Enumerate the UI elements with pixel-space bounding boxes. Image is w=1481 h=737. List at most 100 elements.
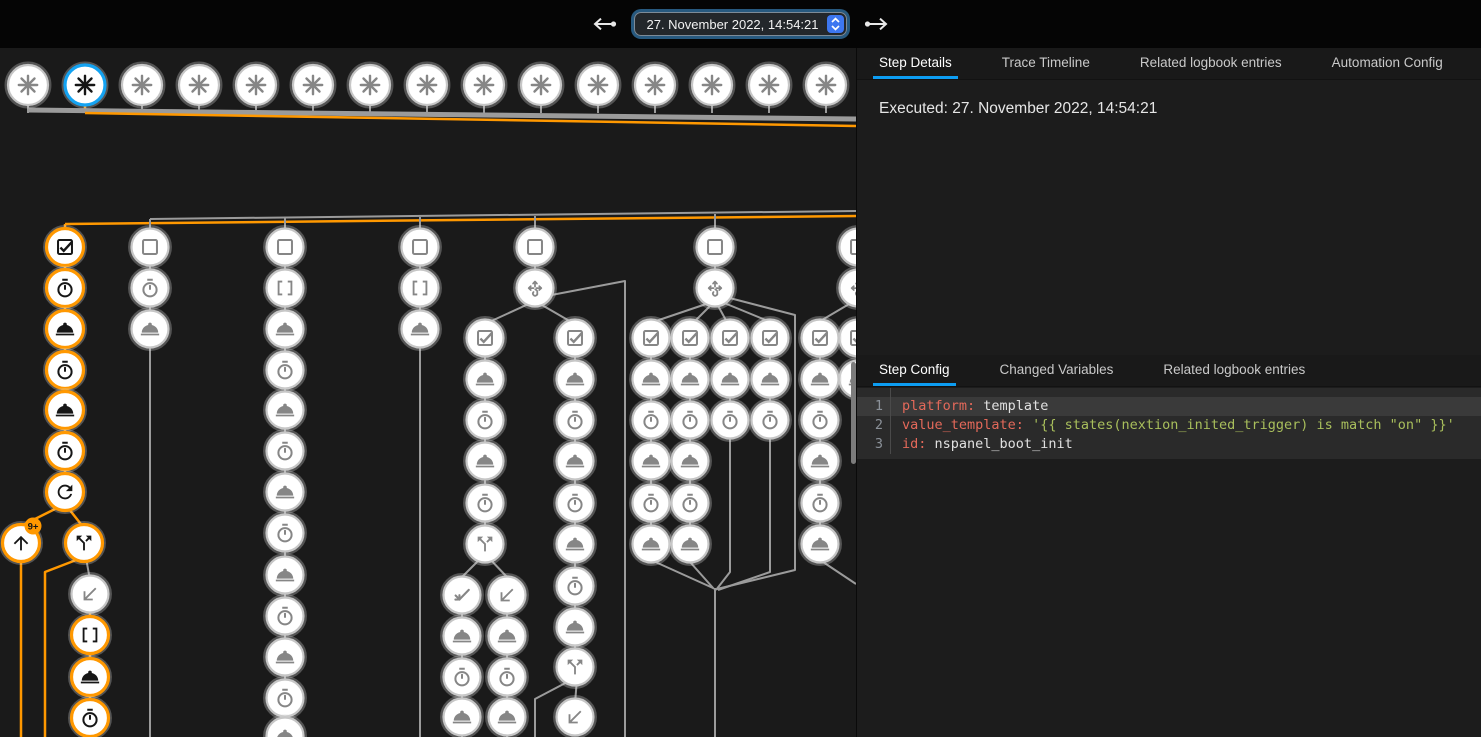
trace-node-checkarrow[interactable] bbox=[441, 574, 482, 615]
trace-node-cbm[interactable] bbox=[554, 317, 595, 358]
trace-node-asterisk[interactable] bbox=[348, 63, 392, 107]
trace-node-dome[interactable] bbox=[441, 615, 482, 656]
trace-node-timer[interactable] bbox=[69, 697, 110, 737]
trace-node-timer[interactable] bbox=[630, 399, 671, 440]
trace-node-timer[interactable] bbox=[464, 399, 505, 440]
next-run-button[interactable] bbox=[861, 12, 891, 36]
trace-node-asterisk[interactable] bbox=[63, 63, 107, 107]
yaml-code-editor[interactable]: 1platform: template2value_template: '{{ … bbox=[857, 388, 1481, 459]
trace-node-asterisk[interactable] bbox=[462, 63, 506, 107]
trace-node-asterisk[interactable] bbox=[804, 63, 848, 107]
trace-node-cbb[interactable] bbox=[264, 226, 305, 267]
tab-step-config[interactable]: Step Config bbox=[873, 355, 956, 386]
trace-node-timer[interactable] bbox=[630, 482, 671, 523]
trace-node-dome[interactable] bbox=[44, 389, 85, 430]
trace-node-asterisk[interactable] bbox=[234, 63, 278, 107]
trace-node-dome[interactable] bbox=[486, 696, 527, 737]
trace-node-cbb[interactable] bbox=[837, 226, 856, 267]
trace-node-dome[interactable] bbox=[669, 358, 710, 399]
trace-node-arrowbl[interactable] bbox=[69, 573, 110, 614]
trace-node-timer[interactable] bbox=[486, 656, 527, 697]
trace-node-dome[interactable] bbox=[264, 389, 305, 430]
trace-node-timer[interactable] bbox=[264, 595, 305, 636]
trace-node-dome[interactable] bbox=[441, 696, 482, 737]
trace-node-timer[interactable] bbox=[554, 482, 595, 523]
trace-node-timer[interactable] bbox=[44, 349, 85, 390]
trace-node-timer[interactable] bbox=[799, 482, 840, 523]
trace-node-cbm[interactable] bbox=[44, 226, 85, 267]
trace-node-cbm[interactable] bbox=[799, 317, 840, 358]
trace-node-cbm[interactable] bbox=[630, 317, 671, 358]
trace-node-asterisk[interactable] bbox=[519, 63, 563, 107]
trace-node-split[interactable] bbox=[63, 522, 104, 563]
trace-node-dome[interactable] bbox=[399, 308, 440, 349]
trace-node-split[interactable] bbox=[464, 523, 505, 564]
trace-node-timer[interactable] bbox=[264, 512, 305, 553]
trace-node-cbm[interactable] bbox=[709, 317, 750, 358]
trace-node-timer[interactable] bbox=[44, 430, 85, 471]
trace-node-cbb[interactable] bbox=[129, 226, 170, 267]
trace-node-timer[interactable] bbox=[464, 482, 505, 523]
trace-node-timer[interactable] bbox=[264, 677, 305, 718]
trace-node-timer[interactable] bbox=[669, 482, 710, 523]
trace-node-timer[interactable] bbox=[669, 399, 710, 440]
trace-node-cbb[interactable] bbox=[694, 226, 735, 267]
trace-node-dome[interactable] bbox=[554, 358, 595, 399]
trace-node-asterisk[interactable] bbox=[291, 63, 335, 107]
trace-node-dome[interactable] bbox=[799, 523, 840, 564]
trace-node-split[interactable] bbox=[554, 646, 595, 687]
trace-node-dome[interactable] bbox=[264, 554, 305, 595]
trace-node-asterisk[interactable] bbox=[633, 63, 677, 107]
tab-related-logbook-entries[interactable]: Related logbook entries bbox=[1157, 355, 1311, 386]
trace-node-asterisk[interactable] bbox=[690, 63, 734, 107]
trace-node-dome[interactable] bbox=[264, 715, 305, 737]
trace-node-timer[interactable] bbox=[799, 399, 840, 440]
graph-scrollbar-thumb[interactable] bbox=[851, 362, 856, 464]
tab-automation-config[interactable]: Automation Config bbox=[1326, 48, 1449, 79]
trace-node-timer[interactable] bbox=[554, 399, 595, 440]
trace-node-decision[interactable] bbox=[837, 267, 856, 308]
trace-node-brackets[interactable] bbox=[399, 267, 440, 308]
trace-node-dome[interactable] bbox=[464, 358, 505, 399]
trace-node-asterisk[interactable] bbox=[405, 63, 449, 107]
trace-node-timer[interactable] bbox=[44, 267, 85, 308]
trace-node-brackets[interactable] bbox=[69, 614, 110, 655]
trace-node-dome[interactable] bbox=[554, 606, 595, 647]
tab-trace-timeline[interactable]: Trace Timeline bbox=[996, 48, 1096, 79]
trace-node-dome[interactable] bbox=[129, 308, 170, 349]
trace-node-dome[interactable] bbox=[709, 358, 750, 399]
trace-node-dome[interactable] bbox=[464, 440, 505, 481]
trace-node-timer[interactable] bbox=[441, 656, 482, 697]
trace-node-dome[interactable] bbox=[264, 308, 305, 349]
tab-related-logbook-entries[interactable]: Related logbook entries bbox=[1134, 48, 1288, 79]
trace-node-dome[interactable] bbox=[669, 440, 710, 481]
tab-changed-variables[interactable]: Changed Variables bbox=[994, 355, 1120, 386]
trace-node-dome[interactable] bbox=[44, 308, 85, 349]
trace-node-dome[interactable] bbox=[630, 358, 671, 399]
trace-node-timer[interactable] bbox=[264, 430, 305, 471]
trace-node-asterisk[interactable] bbox=[177, 63, 221, 107]
trace-node-dome[interactable] bbox=[554, 523, 595, 564]
trace-node-dome[interactable] bbox=[630, 523, 671, 564]
trace-node-decision[interactable] bbox=[694, 267, 735, 308]
trace-node-timer[interactable] bbox=[749, 399, 790, 440]
trace-node-asterisk[interactable] bbox=[747, 63, 791, 107]
trace-graph[interactable]: 9+ bbox=[0, 0, 856, 737]
trace-node-dome[interactable] bbox=[799, 358, 840, 399]
trace-node-arrowbl[interactable] bbox=[554, 696, 595, 737]
trace-node-timer[interactable] bbox=[129, 267, 170, 308]
trace-node-arrowbl[interactable] bbox=[486, 574, 527, 615]
run-select[interactable]: 27. November 2022, 14:54:21 bbox=[634, 12, 846, 36]
trace-node-dome[interactable] bbox=[799, 440, 840, 481]
trace-node-dome[interactable] bbox=[264, 636, 305, 677]
trace-node-timer[interactable] bbox=[554, 565, 595, 606]
trace-node-cbb[interactable] bbox=[514, 226, 555, 267]
trace-node-cbm[interactable] bbox=[749, 317, 790, 358]
trace-node-timer[interactable] bbox=[709, 399, 750, 440]
trace-node-cbm[interactable] bbox=[669, 317, 710, 358]
trace-node-cbm[interactable] bbox=[464, 317, 505, 358]
previous-run-button[interactable] bbox=[590, 12, 620, 36]
trace-node-decision[interactable] bbox=[514, 267, 555, 308]
trace-node-dome[interactable] bbox=[749, 358, 790, 399]
trace-node-dome[interactable] bbox=[669, 523, 710, 564]
